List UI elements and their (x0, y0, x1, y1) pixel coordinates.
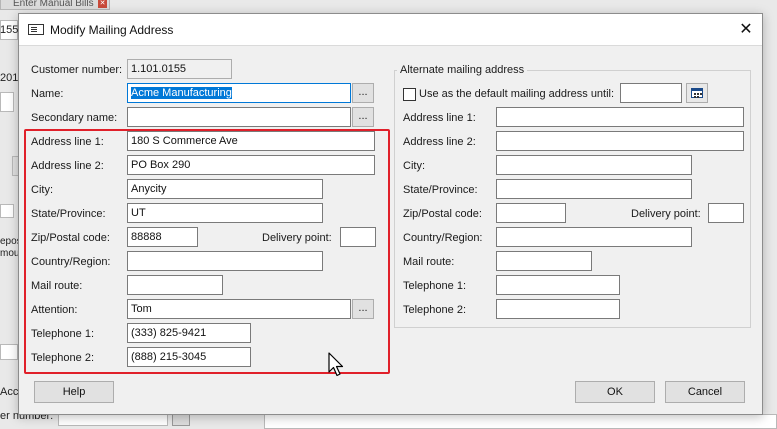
background-field (264, 414, 777, 429)
background-text: 155 (0, 24, 18, 36)
default-until-date-input[interactable] (620, 83, 682, 103)
use-default-label: Use as the default mailing address until… (419, 88, 615, 100)
name-input[interactable]: Acme Manufacturing (127, 83, 351, 103)
alt-address-line-2-label: Address line 2: (403, 136, 476, 148)
alt-address-line-1-input[interactable] (496, 107, 744, 127)
ok-button[interactable]: OK (575, 381, 655, 403)
alt-zip-postal-code-label: Zip/Postal code: (403, 208, 482, 220)
background-text: mou (0, 248, 18, 259)
alt-state-province-input[interactable] (496, 179, 692, 199)
dialog-titlebar[interactable]: Modify Mailing Address ✕ (19, 14, 762, 46)
alt-country-region-label: Country/Region: (403, 232, 483, 244)
alt-mail-route-label: Mail route: (403, 256, 455, 268)
modify-mailing-address-dialog: Modify Mailing Address ✕ Customer number… (18, 13, 763, 415)
cancel-button[interactable]: Cancel (665, 381, 745, 403)
dialog-title: Modify Mailing Address (50, 23, 174, 37)
calendar-icon (691, 88, 703, 98)
background-field (0, 344, 18, 360)
use-default-checkbox[interactable] (403, 88, 416, 101)
background-tab[interactable]: Enter Manual Bills ✕ (0, 0, 110, 10)
alt-telephone-2-input[interactable] (496, 299, 620, 319)
alternate-address-group-title: Alternate mailing address (397, 64, 528, 76)
name-lookup-button[interactable]: ... (352, 83, 374, 103)
background-text: epos (0, 236, 18, 247)
alt-city-label: City: (403, 160, 425, 172)
alt-telephone-1-input[interactable] (496, 275, 620, 295)
customer-number-field: 1.101.0155 (127, 59, 232, 79)
alt-city-input[interactable] (496, 155, 692, 175)
background-field (0, 92, 14, 112)
background-tab-label: Enter Manual Bills (13, 0, 94, 9)
secondary-name-input[interactable] (127, 107, 351, 127)
highlight-annotation-box (24, 129, 390, 374)
secondary-name-lookup-button[interactable]: ... (352, 107, 374, 127)
alt-mail-route-input[interactable] (496, 251, 592, 271)
mouse-cursor-icon (328, 352, 344, 377)
help-button[interactable]: Help (34, 381, 114, 403)
alt-country-region-input[interactable] (496, 227, 692, 247)
alt-zip-postal-code-input[interactable] (496, 203, 566, 223)
secondary-name-label: Secondary name: (31, 112, 118, 124)
alt-state-province-label: State/Province: (403, 184, 478, 196)
background-field (0, 204, 14, 218)
name-value: Acme Manufacturing (131, 87, 232, 99)
background-text: Acco (0, 386, 18, 398)
close-icon[interactable]: ✕ (736, 20, 756, 40)
alt-address-line-2-input[interactable] (496, 131, 744, 151)
alt-delivery-point-label: Delivery point: (631, 208, 701, 220)
background-text: 201 (0, 72, 18, 84)
alt-address-line-1-label: Address line 1: (403, 112, 476, 124)
envelope-icon (28, 24, 44, 35)
alt-telephone-1-label: Telephone 1: (403, 280, 466, 292)
customer-number-label: Customer number: (31, 64, 123, 76)
alt-telephone-2-label: Telephone 2: (403, 304, 466, 316)
date-picker-button[interactable] (686, 83, 708, 103)
tab-close-icon[interactable]: ✕ (98, 0, 107, 8)
name-label: Name: (31, 88, 64, 100)
alt-delivery-point-input[interactable] (708, 203, 744, 223)
